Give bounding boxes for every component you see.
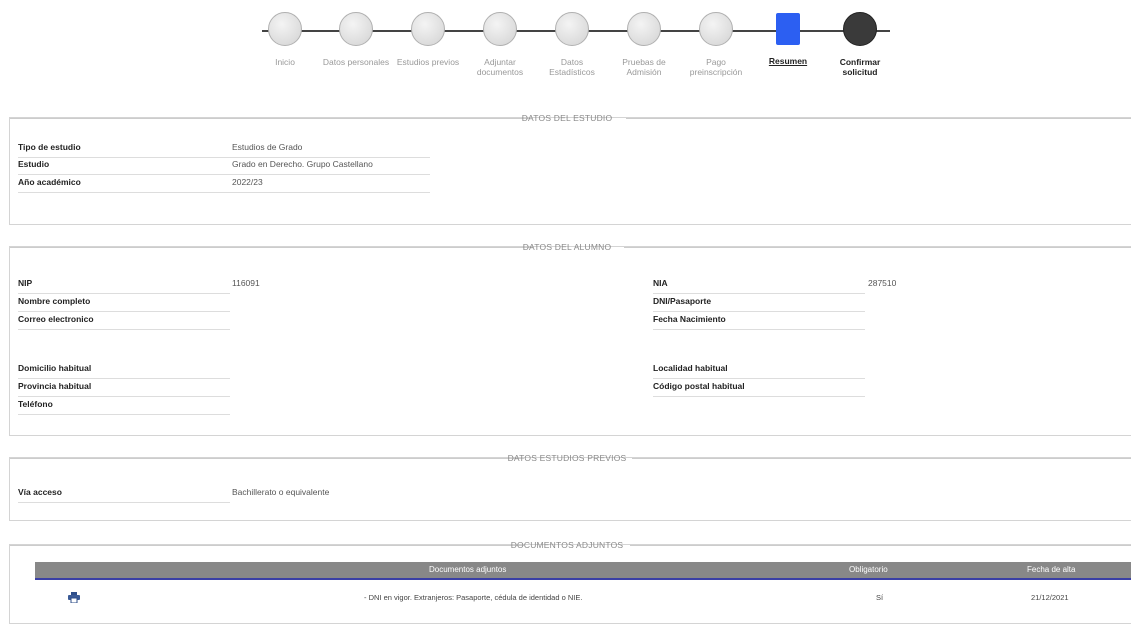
- step-node: [483, 12, 517, 46]
- col-obligatorio: Obligatorio: [849, 565, 888, 574]
- cell-fecha-alta: 21/12/2021: [1031, 593, 1069, 602]
- section-title: DOCUMENTOS ADJUNTOS: [510, 540, 624, 550]
- value-estudio: Grado en Derecho. Grupo Castellano: [232, 159, 373, 169]
- section-documentos: DOCUMENTOS ADJUNTOS: [9, 540, 1131, 624]
- step-confirmar-solicitud[interactable]: Confirmar solicitud: [815, 12, 905, 77]
- label-dni: DNI/Pasaporte: [653, 294, 865, 312]
- step-node: [843, 12, 877, 46]
- value-nia: 287510: [868, 278, 897, 288]
- section-title: DATOS DEL ALUMNO: [522, 242, 612, 252]
- label-domicilio: Domicilio habitual: [18, 361, 230, 379]
- label-via-acceso: Vía acceso: [18, 485, 230, 503]
- print-icon[interactable]: [68, 592, 80, 603]
- value-via-acceso: Bachillerato o equivalente: [232, 487, 330, 497]
- label-telefono: Teléfono: [18, 397, 230, 415]
- step-node: [268, 12, 302, 46]
- label-localidad: Localidad habitual: [653, 361, 865, 379]
- section-legend: DOCUMENTOS ADJUNTOS: [10, 539, 1131, 551]
- step-label: Confirmar solicitud: [839, 57, 881, 77]
- label-estudio: Estudio: [18, 157, 230, 175]
- step-node: [555, 12, 589, 46]
- col-documentos: Documentos adjuntos: [429, 565, 507, 574]
- documents-table-header: Documentos adjuntos Obligatorio Fecha de…: [35, 562, 1131, 580]
- section-title: DATOS ESTUDIOS PREVIOS: [507, 453, 627, 463]
- step-node: [411, 12, 445, 46]
- step-node: [339, 12, 373, 46]
- section-legend: DATOS DEL ESTUDIO: [10, 112, 1131, 124]
- label-correo: Correo electronico: [18, 312, 230, 330]
- label-fecha-nacimiento: Fecha Nacimiento: [653, 312, 865, 330]
- progress-stepper: Inicio Datos personales Estudios previos…: [0, 0, 1131, 100]
- cell-documento: - DNI en vigor. Extranjeros: Pasaporte, …: [364, 593, 583, 602]
- label-nombre-completo: Nombre completo: [18, 294, 230, 312]
- label-nia: NIA: [653, 276, 865, 294]
- section-title: DATOS DEL ESTUDIO: [521, 113, 613, 123]
- value-nip: 116091: [232, 278, 260, 288]
- step-node: [627, 12, 661, 46]
- label-tipo-estudio: Tipo de estudio: [18, 140, 230, 158]
- step-node-current: [776, 13, 800, 45]
- label-anio-academico: Año académico: [18, 175, 230, 193]
- section-legend: DATOS ESTUDIOS PREVIOS: [10, 452, 1131, 464]
- label-codigo-postal: Código postal habitual: [653, 379, 865, 397]
- section-legend: DATOS DEL ALUMNO: [10, 241, 1131, 253]
- label-nip: NIP: [18, 276, 230, 294]
- col-fecha-alta: Fecha de alta: [1027, 565, 1076, 574]
- step-node: [699, 12, 733, 46]
- cell-obligatorio: Sí: [876, 593, 884, 602]
- value-tipo-estudio: Estudios de Grado: [232, 142, 303, 152]
- value-anio-academico: 2022/23: [232, 177, 263, 187]
- table-row: - DNI en vigor. Extranjeros: Pasaporte, …: [35, 588, 1131, 608]
- label-provincia: Provincia habitual: [18, 379, 230, 397]
